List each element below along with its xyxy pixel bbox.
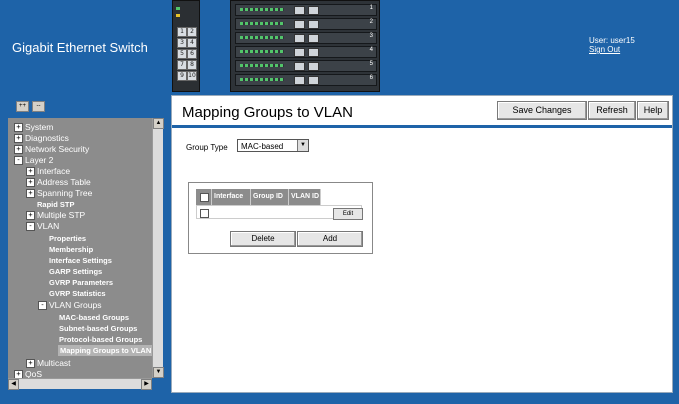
- nav-qos[interactable]: + QoS: [14, 369, 42, 378]
- edit-button[interactable]: Edit: [333, 208, 363, 220]
- plus-box-icon[interactable]: +: [14, 134, 23, 144]
- help-button[interactable]: Help: [637, 101, 669, 120]
- scroll-right-icon[interactable]: ▶: [141, 379, 152, 390]
- module-key: 8: [187, 60, 197, 70]
- module-key: 9: [177, 71, 187, 81]
- expand-all-button[interactable]: ++: [16, 101, 29, 112]
- select-all-checkbox[interactable]: [200, 193, 209, 202]
- nav-multicast[interactable]: + Multicast: [26, 358, 71, 369]
- nav-horizontal-scrollbar[interactable]: ◀ ▶: [8, 378, 152, 390]
- slot-number: 2: [369, 19, 373, 25]
- nav-gvrp-parameters[interactable]: GVRP Parameters: [49, 277, 113, 288]
- nav-label: System: [25, 122, 54, 132]
- slot-number: 1: [369, 5, 373, 11]
- nav-membership[interactable]: Membership: [49, 244, 93, 255]
- table-header: Interface Group ID VLAN ID: [196, 189, 321, 205]
- nav-label: Network Security: [25, 144, 90, 154]
- group-type-label: Group Type: [186, 143, 228, 152]
- title-divider: [172, 125, 672, 128]
- plus-box-icon[interactable]: +: [14, 370, 23, 378]
- nav-label: Multicast: [37, 358, 71, 368]
- sign-out-link[interactable]: Sign Out: [589, 45, 620, 54]
- slot-number: 4: [369, 47, 373, 53]
- plus-box-icon[interactable]: +: [26, 359, 35, 369]
- module-key: 1: [177, 27, 187, 37]
- collapse-all-button[interactable]: --: [32, 101, 45, 112]
- app-title: Gigabit Ethernet Switch: [12, 40, 148, 55]
- slot-number: 6: [369, 75, 373, 81]
- plus-box-icon[interactable]: +: [26, 178, 35, 188]
- minus-box-icon[interactable]: -: [14, 156, 23, 166]
- column-group-id: Group ID: [251, 189, 289, 205]
- nav-system[interactable]: + System: [14, 122, 53, 133]
- module-key: 2: [187, 27, 197, 37]
- nav-protocol-based-groups[interactable]: Protocol-based Groups: [59, 334, 142, 345]
- scroll-down-icon[interactable]: ▼: [153, 367, 164, 378]
- slot-number: 3: [369, 33, 373, 39]
- nav-gvrp-statistics[interactable]: GVRP Statistics: [49, 288, 106, 299]
- slot-number: 5: [369, 61, 373, 67]
- module-key: 5: [177, 49, 187, 59]
- table-row: Edit: [196, 205, 363, 220]
- module-key: 4: [187, 38, 197, 48]
- minus-box-icon[interactable]: -: [38, 301, 47, 311]
- column-vlan-id: VLAN ID: [289, 189, 321, 205]
- module-key: 3: [177, 38, 187, 48]
- nav-label: Address Table: [37, 177, 91, 187]
- nav-address-table[interactable]: + Address Table: [26, 177, 91, 188]
- nav-label: QoS: [25, 369, 43, 378]
- group-mapping-table: Interface Group ID VLAN ID Edit Delete A…: [188, 182, 373, 254]
- nav-spanning-tree[interactable]: + Spanning Tree: [26, 188, 92, 199]
- module-key: 7: [177, 60, 187, 70]
- chevron-down-icon[interactable]: ▼: [297, 140, 308, 151]
- nav-vlan[interactable]: - VLAN: [26, 221, 59, 232]
- nav-interface-settings[interactable]: Interface Settings: [49, 255, 112, 266]
- nav-label: VLAN: [37, 221, 60, 231]
- user-label: User: user15: [589, 36, 635, 45]
- nav-garp-settings[interactable]: GARP Settings: [49, 266, 102, 277]
- group-type-value: MAC-based: [241, 142, 284, 151]
- refresh-button[interactable]: Refresh: [588, 101, 636, 120]
- nav-interface[interactable]: + Interface: [26, 166, 70, 177]
- page-title: Mapping Groups to VLAN: [182, 104, 353, 121]
- nav-network-security[interactable]: + Network Security: [14, 144, 89, 155]
- module-key: 10: [187, 71, 197, 81]
- nav-properties[interactable]: Properties: [49, 233, 86, 244]
- plus-box-icon[interactable]: +: [14, 123, 23, 133]
- nav-label: Interface: [37, 166, 71, 176]
- plus-box-icon[interactable]: +: [14, 145, 23, 155]
- nav-layer-2[interactable]: - Layer 2: [14, 155, 53, 166]
- nav-mac-based-groups[interactable]: MAC-based Groups: [59, 312, 129, 323]
- save-changes-button[interactable]: Save Changes: [497, 101, 587, 120]
- module-key: 6: [187, 49, 197, 59]
- add-button[interactable]: Add: [297, 231, 363, 247]
- main-content: Mapping Groups to VLAN Save Changes Refr…: [171, 95, 673, 393]
- delete-button[interactable]: Delete: [230, 231, 296, 247]
- row-checkbox[interactable]: [200, 209, 209, 218]
- plus-box-icon[interactable]: +: [26, 211, 35, 221]
- scroll-up-icon[interactable]: ▲: [153, 118, 164, 129]
- nav-vertical-scrollbar[interactable]: ▲ ▼: [152, 118, 164, 378]
- nav-label: Spanning Tree: [37, 188, 93, 198]
- nav-vlan-groups[interactable]: - VLAN Groups: [38, 300, 101, 311]
- group-type-select[interactable]: MAC-based ▼: [237, 139, 309, 152]
- minus-box-icon[interactable]: -: [26, 222, 35, 232]
- nav-diagnostics[interactable]: + Diagnostics: [14, 133, 69, 144]
- switch-chassis-image: 1 2 3 4 5 6: [230, 0, 380, 92]
- nav-multiple-stp[interactable]: + Multiple STP: [26, 210, 85, 221]
- scroll-left-icon[interactable]: ◀: [8, 379, 19, 390]
- nav-subnet-based-groups[interactable]: Subnet-based Groups: [59, 323, 137, 334]
- nav-label: VLAN Groups: [49, 300, 102, 310]
- nav-label: Diagnostics: [25, 133, 69, 143]
- switch-module-image: 1 2 3 4 5 6 7 8 9 10: [172, 0, 200, 92]
- plus-box-icon[interactable]: +: [26, 189, 35, 199]
- plus-box-icon[interactable]: +: [26, 167, 35, 177]
- column-interface: Interface: [212, 189, 251, 205]
- nav-label: Layer 2: [25, 155, 54, 165]
- navigation-tree: + System + Diagnostics + Network Security -…: [8, 118, 152, 378]
- nav-mapping-groups-to-vlan[interactable]: Mapping Groups to VLAN: [58, 345, 152, 356]
- nav-label: Multiple STP: [37, 210, 86, 220]
- nav-rapid-stp[interactable]: Rapid STP: [37, 199, 75, 210]
